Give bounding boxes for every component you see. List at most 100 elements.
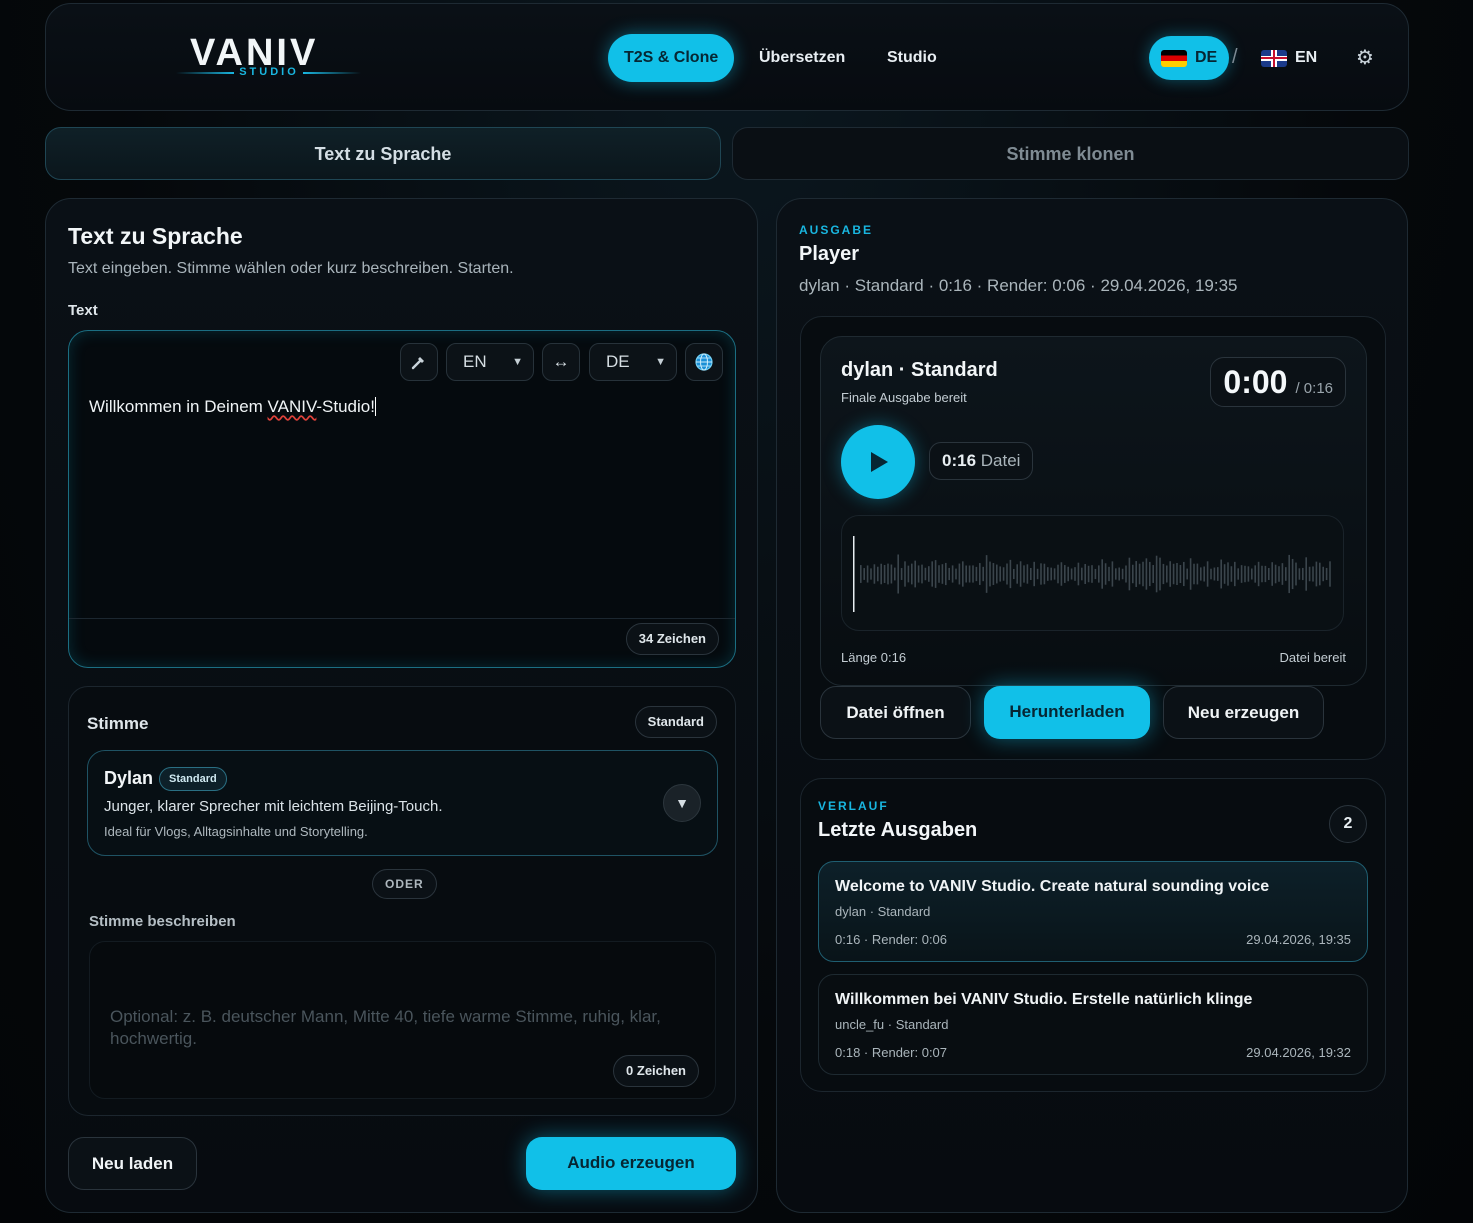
waveform-bar bbox=[1036, 568, 1039, 580]
voice-dropdown-toggle[interactable]: ▼ bbox=[663, 784, 701, 822]
player-container: dylan · Standard Finale Ausgabe bereit 0… bbox=[800, 316, 1386, 760]
microphone-button[interactable] bbox=[400, 343, 438, 381]
history-section: VERLAUF Letzte Ausgaben 2 Welcome to VAN… bbox=[800, 778, 1386, 1092]
tab-stimme-klonen[interactable]: Stimme klonen bbox=[732, 127, 1409, 180]
waveform-bar bbox=[979, 563, 981, 585]
waveform-bar bbox=[1213, 567, 1216, 581]
history-item[interactable]: Willkommen bei VANIV Studio. Erstelle na… bbox=[818, 974, 1368, 1075]
waveform-bar bbox=[1145, 558, 1148, 590]
waveform-bar bbox=[1179, 564, 1182, 584]
waveform-bar bbox=[1189, 558, 1192, 590]
chevron-down-icon: ▼ bbox=[512, 356, 523, 368]
waveform-bar bbox=[1305, 557, 1307, 591]
microphone-icon bbox=[411, 357, 424, 370]
nav-uebersetzen[interactable]: Übersetzen bbox=[743, 34, 861, 82]
describe-voice-textarea[interactable]: Optional: z. B. deutscher Mann, Mitte 40… bbox=[89, 941, 716, 1099]
waveform-bar bbox=[1081, 567, 1083, 581]
waveform-seekbar[interactable] bbox=[841, 515, 1344, 631]
nav-t2s-clone[interactable]: T2S & Clone bbox=[608, 34, 735, 82]
flag-de-icon bbox=[1161, 49, 1187, 67]
waveform-bar bbox=[860, 565, 862, 583]
waveform-bar bbox=[1329, 561, 1331, 587]
waveform-bar bbox=[1237, 568, 1239, 580]
waveform-bar bbox=[992, 563, 995, 585]
waveform-bar bbox=[934, 560, 937, 588]
history-item-title: Willkommen bei VANIV Studio. Erstelle na… bbox=[835, 991, 1253, 1008]
waveform-bar bbox=[887, 563, 889, 585]
waveform-bar bbox=[1298, 568, 1301, 580]
waveform-bar bbox=[1251, 568, 1253, 580]
waveform-bar bbox=[999, 566, 1001, 582]
open-file-button[interactable]: Datei öffnen bbox=[820, 686, 971, 739]
waveform-bar bbox=[1067, 566, 1069, 582]
waveform-bar bbox=[1220, 559, 1222, 589]
text-after: -Studio! bbox=[316, 397, 375, 416]
logo-subline: STUDIO bbox=[176, 66, 361, 78]
vaniv-logo[interactable]: VANIV STUDIO bbox=[176, 32, 366, 82]
lang-de-label: DE bbox=[1195, 49, 1218, 66]
reload-button[interactable]: Neu laden bbox=[68, 1137, 197, 1190]
waveform-bar bbox=[1149, 561, 1151, 587]
text-textarea[interactable]: Willkommen in Deinem VANIV-Studio! bbox=[89, 397, 709, 417]
source-language-select[interactable]: EN ▼ bbox=[446, 343, 534, 381]
page-title: Text zu Sprache bbox=[68, 223, 243, 249]
generate-audio-button[interactable]: Audio erzeugen bbox=[526, 1137, 736, 1190]
regenerate-button[interactable]: Neu erzeugen bbox=[1163, 686, 1324, 739]
playhead[interactable] bbox=[853, 536, 855, 612]
tab-text-zu-sprache[interactable]: Text zu Sprache bbox=[45, 127, 721, 180]
waveform-bar bbox=[1312, 566, 1314, 582]
waveform-bar bbox=[1315, 561, 1318, 587]
waveform-bar bbox=[1247, 566, 1250, 582]
waveform-bar bbox=[1271, 562, 1273, 586]
play-button[interactable] bbox=[841, 425, 915, 499]
describe-voice-label: Stimme beschreiben bbox=[89, 913, 236, 930]
download-button[interactable]: Herunterladen bbox=[984, 686, 1150, 739]
waveform-bar bbox=[1268, 567, 1270, 581]
lang-en-button[interactable]: EN bbox=[1249, 36, 1329, 80]
swap-languages-button[interactable]: ↔ bbox=[542, 343, 580, 381]
waveform-bar bbox=[1217, 567, 1219, 581]
waveform-bar bbox=[962, 561, 964, 587]
waveform-bar bbox=[924, 567, 927, 581]
swap-icon: ↔ bbox=[552, 352, 570, 371]
waveform-bar bbox=[1302, 567, 1304, 581]
waveform-bar bbox=[1077, 562, 1080, 586]
target-language-select[interactable]: DE ▼ bbox=[589, 343, 677, 381]
waveform-bar bbox=[1047, 567, 1049, 581]
translate-button[interactable] bbox=[685, 343, 723, 381]
waveform-bar bbox=[1043, 563, 1046, 585]
waveform-bar bbox=[955, 568, 957, 580]
lang-en-label: EN bbox=[1295, 49, 1318, 66]
waveform-bar bbox=[996, 564, 998, 584]
output-meta: dylan · Standard · 0:16 · Render: 0:06 ·… bbox=[799, 276, 1238, 295]
waveform-bar bbox=[945, 562, 947, 586]
waveform-bar bbox=[989, 561, 991, 587]
describe-char-counter: 0 Zeichen bbox=[613, 1055, 699, 1087]
waveform-bar bbox=[1142, 561, 1144, 587]
lang-de-button[interactable]: DE bbox=[1149, 36, 1230, 80]
history-item[interactable]: Welcome to VANIV Studio. Create natural … bbox=[818, 861, 1368, 962]
waveform-bar bbox=[1203, 566, 1205, 582]
waveform-bar bbox=[1291, 558, 1294, 590]
player-title: dylan · Standard bbox=[841, 359, 998, 381]
waveform-bar bbox=[1288, 554, 1290, 594]
voice-select-card[interactable]: Dylan Standard Junger, klarer Sprecher mi… bbox=[87, 750, 718, 856]
waveform-bar bbox=[1006, 563, 1008, 585]
time-display: 0:00 / 0:16 bbox=[1210, 357, 1346, 407]
waveform-bar bbox=[1104, 563, 1107, 585]
waveform-bar bbox=[968, 565, 971, 583]
waveform-bar bbox=[1074, 567, 1076, 581]
source-language-value: EN bbox=[463, 352, 487, 371]
logo-sub-text: STUDIO bbox=[239, 66, 299, 78]
waveform-bar bbox=[1016, 564, 1018, 584]
waveform-bar bbox=[907, 565, 910, 583]
nav-studio[interactable]: Studio bbox=[871, 34, 953, 82]
waveform-bar bbox=[1159, 557, 1161, 591]
history-count-badge: 2 bbox=[1329, 805, 1367, 843]
player-status: Finale Ausgabe bereit bbox=[841, 390, 967, 405]
gear-icon[interactable]: ⚙ bbox=[1353, 46, 1377, 70]
waveform-bar bbox=[1023, 565, 1025, 583]
waveform-bar bbox=[873, 564, 876, 584]
waveform-bar bbox=[1125, 565, 1127, 583]
waveform-bar bbox=[1295, 562, 1297, 586]
